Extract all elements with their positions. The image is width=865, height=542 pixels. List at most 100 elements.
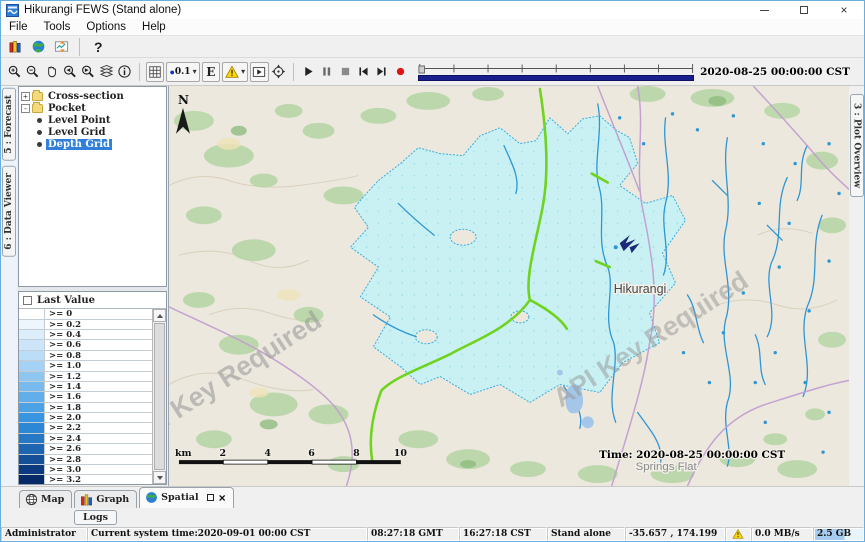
zoom-out-icon[interactable]: [23, 62, 41, 82]
status-gmt-time: 08:27:18 GMT: [367, 527, 459, 541]
dot-size-value: 0.1: [175, 67, 191, 77]
legend-row[interactable]: >= 2.4: [19, 434, 152, 444]
last-value-checkbox[interactable]: [23, 296, 32, 305]
close-panel-icon[interactable]: ×: [219, 492, 226, 504]
movie-button[interactable]: [250, 62, 269, 82]
svg-text:N: N: [178, 93, 189, 107]
warning-dropdown[interactable]: ▾: [222, 62, 248, 82]
collapse-icon[interactable]: -: [21, 104, 30, 113]
toolbar-separator: [79, 38, 80, 56]
pause-icon[interactable]: [318, 62, 336, 82]
help-icon[interactable]: ?: [88, 39, 109, 55]
legend-swatch: [19, 320, 45, 329]
legend-row[interactable]: >= 1.2: [19, 372, 152, 382]
minimize-button[interactable]: [744, 1, 784, 19]
tree-item-pocket[interactable]: - Pocket: [21, 102, 164, 114]
legend-row[interactable]: >= 0: [19, 309, 152, 319]
status-bar: Administrator Current system time:2020-0…: [1, 527, 864, 541]
legend-swatch: [19, 382, 45, 391]
close-button[interactable]: ×: [824, 1, 864, 19]
pan-icon[interactable]: [42, 62, 60, 82]
legend-row[interactable]: >= 0.4: [19, 330, 152, 340]
maximize-panel-icon[interactable]: [207, 494, 214, 501]
zoom-in-icon[interactable]: [5, 62, 23, 82]
expand-icon[interactable]: +: [21, 92, 30, 101]
legend-swatch: [19, 372, 45, 381]
node-bullet-icon: [37, 142, 42, 147]
legend-label: >= 2.6: [45, 444, 81, 453]
legend-row[interactable]: >= 0.8: [19, 351, 152, 361]
tab-map[interactable]: Map: [19, 490, 72, 508]
dot-size-dropdown[interactable]: ● 0.1 ▾: [166, 62, 199, 82]
animation-settings-icon[interactable]: [270, 62, 288, 82]
spatial-map[interactable]: API Key Required API Key Required N Hiku…: [169, 86, 849, 486]
legend-row[interactable]: >= 3.0: [19, 465, 152, 475]
legend-row[interactable]: >= 1.4: [19, 382, 152, 392]
menu-file[interactable]: File: [1, 21, 36, 33]
legend-swatch: [19, 309, 45, 318]
legend-label: >= 1.4: [45, 382, 81, 391]
layers-icon[interactable]: [97, 62, 115, 82]
time-slider[interactable]: [418, 61, 694, 83]
title-bar[interactable]: Hikurangi FEWS (Stand alone) ×: [1, 1, 864, 19]
tree-item-level-grid[interactable]: Level Grid: [21, 126, 164, 138]
scroll-thumb[interactable]: [154, 323, 165, 470]
tab-forecast[interactable]: 5 : Forecast: [2, 88, 16, 161]
explorer-icon[interactable]: [5, 37, 25, 57]
status-memory: 2.5 GB: [813, 527, 864, 541]
tree-item-cross-section[interactable]: + Cross-section: [21, 90, 164, 102]
menu-options[interactable]: Options: [78, 21, 134, 33]
scroll-up-button[interactable]: [153, 309, 166, 322]
legend-row[interactable]: >= 1.0: [19, 361, 152, 371]
legend-swatch: [19, 455, 45, 464]
legend-scrollbar[interactable]: [152, 309, 166, 484]
legend-row[interactable]: >= 3.2: [19, 475, 152, 484]
folder-icon: [32, 92, 43, 101]
legend-label: >= 2.0: [45, 413, 81, 422]
tree-item-depth-grid[interactable]: Depth Grid: [21, 138, 164, 150]
status-warning[interactable]: [725, 527, 751, 541]
svg-text:2: 2: [220, 448, 227, 459]
scroll-down-button[interactable]: [153, 471, 166, 484]
legend-row[interactable]: >= 0.6: [19, 340, 152, 350]
last-frame-icon[interactable]: [373, 62, 391, 82]
legend-row[interactable]: >= 2.2: [19, 423, 152, 433]
spatial-display-icon[interactable]: [51, 37, 71, 57]
legend-row[interactable]: >= 2.8: [19, 455, 152, 465]
zoom-previous-icon[interactable]: [60, 62, 78, 82]
info-icon[interactable]: [116, 62, 134, 82]
legend-row[interactable]: >= 1.8: [19, 403, 152, 413]
globe-icon: [145, 491, 158, 504]
node-bullet-icon: [37, 118, 42, 123]
last-value-row[interactable]: Last Value: [19, 292, 166, 309]
maximize-button[interactable]: [784, 1, 824, 19]
logs-button[interactable]: Logs: [74, 510, 117, 525]
tab-spatial[interactable]: Spatial ×: [139, 487, 233, 508]
legend-row[interactable]: >= 0.2: [19, 320, 152, 330]
bottom-tab-bar: Map Graph Spatial ×: [1, 486, 864, 508]
menu-help[interactable]: Help: [134, 21, 174, 33]
legend-swatch: [19, 423, 45, 432]
legend-label: >= 0.8: [45, 351, 81, 360]
legend-swatch: [19, 444, 45, 453]
first-frame-icon[interactable]: [354, 62, 372, 82]
app-logo-icon: [6, 4, 19, 17]
zoom-next-icon[interactable]: [79, 62, 97, 82]
arrow-down-icon: [157, 476, 163, 480]
globe-icon[interactable]: [28, 37, 48, 57]
grid-icon[interactable]: [146, 62, 165, 82]
tab-graph[interactable]: Graph: [74, 490, 137, 508]
legend-row[interactable]: >= 2.6: [19, 444, 152, 454]
tab-data-viewer[interactable]: 6 : Data Viewer: [2, 166, 16, 257]
tab-plot-overview[interactable]: 3 : Plot Overview: [850, 94, 864, 197]
stop-icon[interactable]: [336, 62, 354, 82]
record-icon[interactable]: [391, 62, 409, 82]
editor-button[interactable]: E: [202, 62, 221, 82]
legend-label: >= 2.8: [45, 455, 81, 464]
tree-item-level-point[interactable]: Level Point: [21, 114, 164, 126]
legend-label: >= 0.4: [45, 330, 81, 339]
legend-row[interactable]: >= 2.0: [19, 413, 152, 423]
menu-tools[interactable]: Tools: [36, 21, 79, 33]
play-icon[interactable]: [299, 62, 317, 82]
legend-row[interactable]: >= 1.6: [19, 392, 152, 402]
